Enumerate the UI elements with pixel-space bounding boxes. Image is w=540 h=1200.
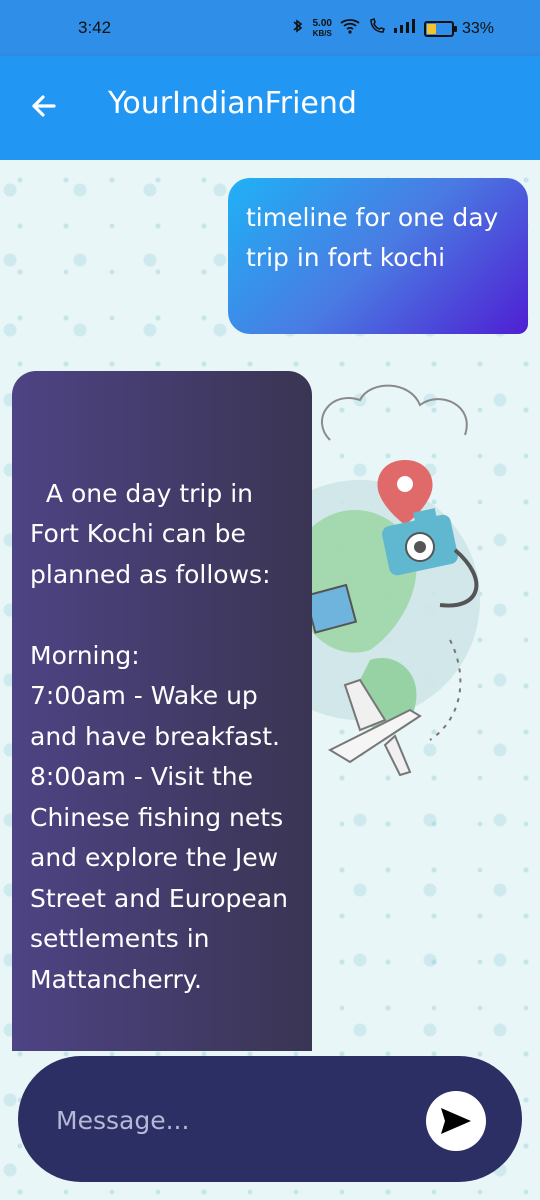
arrow-left-icon xyxy=(32,95,56,117)
message-input[interactable] xyxy=(54,1096,398,1144)
send-button[interactable] xyxy=(426,1091,486,1151)
bluetooth-icon xyxy=(291,18,305,39)
net-speed: 5.00 KB/S xyxy=(312,17,332,39)
back-button[interactable] xyxy=(24,86,64,126)
net-speed-value: 5.00 xyxy=(312,17,332,29)
battery-icon xyxy=(423,20,457,37)
status-time: 3:42 xyxy=(78,18,112,37)
app-title: YourIndianFriend xyxy=(108,86,357,121)
signal-icon xyxy=(393,19,416,38)
wifi-icon xyxy=(340,18,360,39)
bot-message-bubble: A one day trip in Fort Kochi can be plan… xyxy=(12,371,312,1051)
status-icons: 5.00 KB/S 33% xyxy=(291,17,494,39)
battery-percent: 33% xyxy=(461,19,494,37)
user-message-bubble: timeline for one day trip in fort kochi xyxy=(228,178,528,334)
travel-illustration xyxy=(290,384,480,777)
battery-fill xyxy=(426,23,436,34)
app-bar: YourIndianFriend xyxy=(0,56,540,160)
message-composer xyxy=(18,1056,522,1182)
bot-message-text: A one day trip in Fort Kochi can be plan… xyxy=(30,478,288,994)
user-message-text: timeline for one day trip in fort kochi xyxy=(246,203,499,272)
call-icon xyxy=(368,18,386,39)
send-icon xyxy=(441,1108,471,1134)
status-bar: 3:42 5.00 KB/S 33% xyxy=(0,0,540,56)
net-speed-unit: KB/S xyxy=(312,28,332,38)
